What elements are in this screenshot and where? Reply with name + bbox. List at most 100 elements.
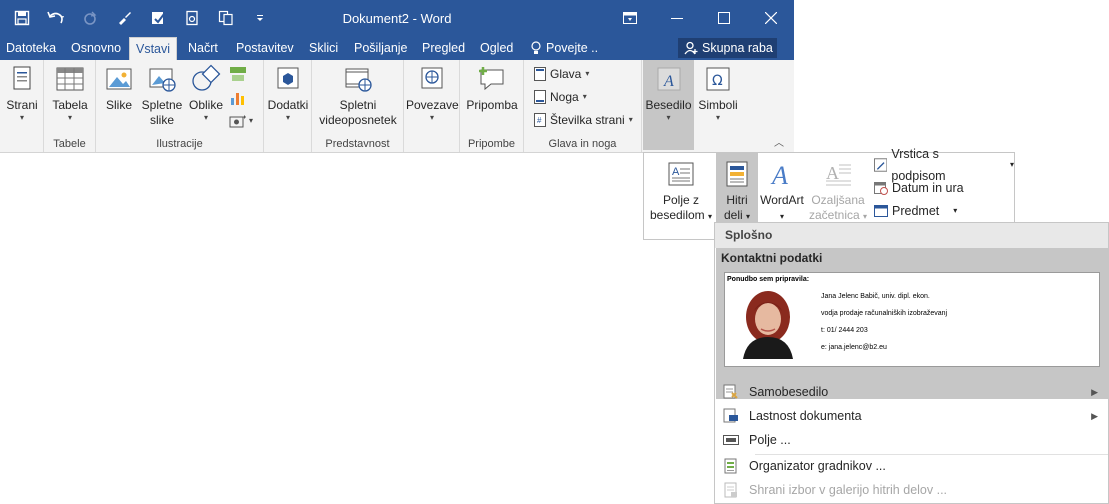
- chevron-down-icon: ▾: [429, 113, 434, 122]
- footer-icon: [534, 90, 546, 104]
- autotext-icon: [721, 384, 741, 400]
- header-button[interactable]: Glava ▾: [534, 64, 589, 84]
- signature-pen-icon: [874, 158, 888, 172]
- quick-parts-menu: Splošno Kontaktni podatki Ponudbo sem pr…: [714, 222, 1109, 504]
- preview-line-phone: t: 01/ 2444 203: [821, 327, 868, 334]
- tab-ogled[interactable]: Ogled: [480, 36, 513, 60]
- pages-button[interactable]: Strani ▾: [4, 64, 40, 123]
- shapes-button[interactable]: Oblike ▾: [186, 64, 226, 123]
- wordart-button[interactable]: A WordArt ▾: [758, 159, 806, 224]
- tab-datoteka[interactable]: Datoteka: [6, 36, 56, 60]
- menu-item-autotext[interactable]: Samobesedilo ▶: [715, 380, 1108, 404]
- pictures-button[interactable]: Slike: [101, 64, 137, 113]
- title-bar: Dokument2 - Word: [0, 0, 794, 36]
- tab-sklici[interactable]: Sklici: [309, 36, 338, 60]
- online-video-label-1: Spletni: [339, 98, 377, 112]
- online-video-button[interactable]: Spletni videoposnetek: [316, 64, 400, 128]
- group-pages: Strani ▾: [0, 60, 44, 152]
- link-icon: [421, 67, 443, 89]
- maximize-button[interactable]: [700, 0, 747, 36]
- footer-label: Noga: [550, 90, 579, 104]
- signature-line-button[interactable]: Vrstica s podpisom ▾: [874, 147, 1014, 183]
- comment-button[interactable]: Pripomba: [462, 64, 522, 113]
- save-to-gallery-label: Shrani izbor v galerijo hitrih delov ...: [749, 483, 948, 497]
- chevron-down-icon: ▾: [715, 113, 720, 122]
- chevron-down-icon: ▾: [779, 212, 784, 221]
- maximize-icon: [717, 12, 730, 24]
- collapse-ribbon-button[interactable]: ︿: [774, 134, 784, 149]
- text-box-button[interactable]: A Polje z besedilom ▾: [648, 159, 714, 224]
- group-label-comments: Pripombe: [467, 138, 516, 150]
- comment-icon: [479, 67, 504, 91]
- footer-button[interactable]: Noga ▾: [534, 87, 587, 107]
- minimize-button[interactable]: [653, 0, 700, 36]
- smartart-button[interactable]: [229, 66, 247, 85]
- close-button[interactable]: [747, 0, 794, 36]
- page-number-label: Številka strani: [550, 113, 625, 127]
- chevron-down-icon: ▾: [19, 113, 24, 122]
- page-number-button[interactable]: # Številka strani ▾: [534, 110, 633, 130]
- group-media: Spletni videoposnetek Predstavnost: [312, 60, 404, 152]
- calendar-clock-icon: [874, 182, 888, 195]
- wordart-icon: A: [770, 161, 788, 189]
- links-button[interactable]: Povezave ▾: [406, 64, 459, 123]
- document-property-icon: [721, 408, 741, 424]
- table-button[interactable]: Tabela ▾: [49, 64, 91, 123]
- online-video-icon: [345, 68, 372, 92]
- document-property-label: Lastnost dokumenta: [749, 409, 862, 423]
- chart-icon: [231, 93, 244, 105]
- tab-postavitev[interactable]: Postavitev: [236, 36, 294, 60]
- drop-cap-label-2: začetnica: [808, 208, 860, 222]
- svg-text:A: A: [826, 163, 839, 183]
- chevron-down-icon: ▾: [953, 206, 958, 215]
- chevron-down-icon: ▾: [1009, 160, 1014, 169]
- online-pictures-button[interactable]: Spletne slike: [140, 64, 184, 128]
- tab-vstavi[interactable]: Vstavi: [129, 37, 178, 61]
- group-label-illustrations: Ilustracije: [156, 138, 203, 150]
- wordart-label: WordArt: [760, 193, 804, 207]
- share-button[interactable]: Skupna raba: [678, 38, 777, 58]
- object-label: Predmet: [892, 204, 940, 218]
- object-button[interactable]: Predmet ▾: [874, 200, 957, 222]
- ribbon-display-options-button[interactable]: [606, 0, 653, 36]
- gallery-item-contact[interactable]: Kontaktni podatki Ponudbo sem pripravila…: [716, 248, 1108, 399]
- symbols-label: Simboli: [698, 98, 738, 112]
- online-pictures-label-1: Spletne: [141, 98, 183, 112]
- gallery-item-preview: Ponudbo sem pripravila: Jana Jelenc Babi…: [724, 272, 1100, 367]
- word-window: Dokument2 - Word Datoteka Osnovno Vstavi…: [0, 0, 794, 504]
- tab-osnovno[interactable]: Osnovno: [71, 36, 121, 60]
- date-time-label: Datum in ura: [892, 181, 964, 195]
- chevron-down-icon: ▾: [67, 113, 72, 122]
- chevron-down-icon: ▾: [628, 115, 633, 124]
- menu-item-building-blocks-organizer[interactable]: Organizator gradnikov ...: [715, 454, 1108, 478]
- screenshot-icon: [229, 115, 246, 128]
- tab-pregled[interactable]: Pregled: [422, 36, 465, 60]
- symbols-button[interactable]: Ω Simboli ▾: [696, 64, 740, 123]
- svg-text:A: A: [663, 73, 674, 90]
- preview-line-email: e: jana.jelenc@b2.eu: [821, 344, 887, 351]
- menu-item-save-to-gallery[interactable]: Shrani izbor v galerijo hitrih delov ...: [715, 478, 1108, 502]
- menu-item-document-property[interactable]: Lastnost dokumenta ▶: [715, 404, 1108, 428]
- screenshot-button[interactable]: ▾: [229, 114, 253, 128]
- online-video-label-2: videoposnetek: [319, 113, 397, 127]
- addins-button[interactable]: Dodatki ▾: [267, 64, 309, 123]
- svg-text:A: A: [672, 166, 680, 178]
- person-icon: [684, 41, 698, 55]
- online-pictures-label-2: slike: [149, 113, 174, 127]
- svg-text:#: #: [537, 116, 542, 125]
- autotext-label: Samobesedilo: [749, 385, 829, 399]
- svg-text:Ω: Ω: [712, 73, 723, 89]
- menu-item-field[interactable]: Polje ...: [715, 428, 1108, 452]
- shapes-label: Oblike: [188, 98, 223, 112]
- tell-me-search[interactable]: Povejte ..: [530, 36, 598, 60]
- chevron-down-icon: ▾: [582, 92, 587, 101]
- tab-posiljanje[interactable]: Pošiljanje: [354, 36, 408, 60]
- date-time-button[interactable]: Datum in ura: [874, 177, 964, 199]
- group-label-header-footer: Glava in noga: [548, 138, 617, 150]
- preview-intro: Ponudbo sem pripravila:: [727, 276, 810, 283]
- tab-nacrt[interactable]: Načrt: [188, 36, 218, 60]
- drop-cap-button[interactable]: A Ozaljšana začetnica ▾: [808, 159, 868, 224]
- chart-button[interactable]: [229, 90, 247, 109]
- pages-label: Strani: [6, 98, 38, 112]
- text-button[interactable]: A Besedilo ▾: [643, 60, 694, 150]
